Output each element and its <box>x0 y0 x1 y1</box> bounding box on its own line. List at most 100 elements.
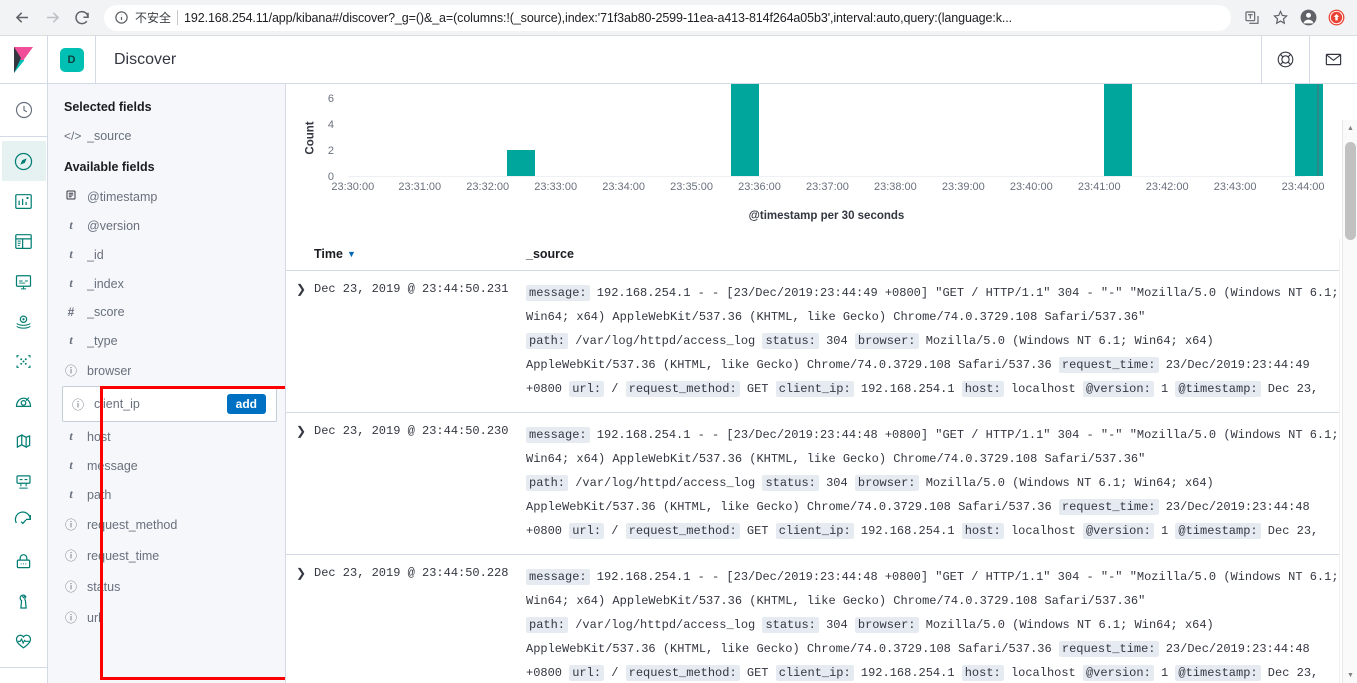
field-value: Mozilla/5.0 (Windows NT 6.1; Win64; x64) <box>918 618 1214 632</box>
available-field-id[interactable]: t _id <box>48 240 285 269</box>
unknown-type-icon: ⓘ <box>64 611 77 625</box>
chart-plot-area[interactable] <box>348 84 1324 177</box>
field-name: _id <box>87 247 104 262</box>
field-key: host: <box>961 665 1004 681</box>
sidebar-item-dev-tools[interactable] <box>2 581 46 621</box>
sidebar-item-recently-viewed[interactable] <box>2 90 46 130</box>
selected-field-source[interactable]: </> _source <box>48 122 285 150</box>
kibana-header: D Discover <box>0 36 1357 84</box>
scroll-down-arrow-icon[interactable]: ▼ <box>1343 667 1357 683</box>
field-name: message <box>87 458 138 473</box>
row-time: Dec 23, 2019 @ 23:44:50.230 <box>314 424 509 438</box>
field-value: 192.168.254.1 <box>853 382 962 396</box>
selected-fields-heading: Selected fields <box>64 100 152 114</box>
chart-bar[interactable] <box>730 84 759 176</box>
unknown-type-icon: ⓘ <box>64 364 77 378</box>
sidebar-item-logs[interactable] <box>2 421 46 461</box>
app-badge[interactable]: D <box>48 36 96 83</box>
field-value: 23/Dec/2019:23:44:49 <box>1158 358 1310 372</box>
available-field-request-method[interactable]: ⓘ request_method <box>48 509 285 540</box>
sidebar-item-dashboard[interactable] <box>2 221 46 261</box>
omnibox-divider <box>177 10 179 25</box>
field-key: browser: <box>854 617 919 633</box>
sidebar-item-canvas[interactable] <box>2 261 46 301</box>
field-value: GET <box>739 666 776 680</box>
x-tick: 23:41:00 <box>1077 181 1121 193</box>
available-field-request-time[interactable]: ⓘ request_time <box>48 540 285 571</box>
scrollbar-thumb[interactable] <box>1345 142 1356 240</box>
available-field-message[interactable]: t message <box>48 451 285 480</box>
available-field-timestamp[interactable]: @timestamp <box>48 182 285 211</box>
available-field-url[interactable]: ⓘ url <box>48 602 285 633</box>
translate-icon[interactable] <box>1239 5 1265 31</box>
sidebar-item-visualize[interactable] <box>2 181 46 221</box>
url-text[interactable]: 192.168.254.11/app/kibana#/discover?_g=(… <box>184 11 1221 25</box>
sidebar-item-siem[interactable] <box>2 541 46 581</box>
available-field-host[interactable]: t host <box>48 422 285 451</box>
row-time: Dec 23, 2019 @ 23:44:50.228 <box>314 566 509 580</box>
table-row[interactable]: ❯ Dec 23, 2019 @ 23:44:50.231 message: 1… <box>286 271 1339 413</box>
time-column-header[interactable]: Time ▼ <box>314 247 526 261</box>
source-line: Win64; x64) AppleWebKit/537.36 (KHTML, l… <box>526 305 1339 329</box>
sidebar-item-uptime[interactable] <box>2 501 46 541</box>
available-field-status[interactable]: ⓘ status <box>48 571 285 602</box>
available-field-path[interactable]: t path <box>48 480 285 509</box>
chevron-right-icon[interactable]: ❯ <box>286 565 314 683</box>
page-scrollbar[interactable]: ▲ ▼ <box>1342 120 1357 683</box>
available-field-client-ip[interactable]: ⓘ client_ip add <box>62 386 277 422</box>
sidebar-item-apm[interactable] <box>2 461 46 501</box>
available-field-version[interactable]: t @version <box>48 211 285 240</box>
sidebar-item-machine-learning[interactable] <box>2 341 46 381</box>
table-row[interactable]: ❯ Dec 23, 2019 @ 23:44:50.230 message: 1… <box>286 413 1339 555</box>
sidebar-item-discover[interactable] <box>1 141 46 181</box>
back-arrow-icon[interactable] <box>8 4 36 32</box>
field-value: 192.168.254.1 - - [23/Dec/2019:23:44:49 … <box>589 286 1339 300</box>
help-circle-icon[interactable] <box>1261 36 1309 83</box>
reload-icon[interactable] <box>68 4 96 32</box>
forward-arrow-icon[interactable] <box>38 4 66 32</box>
available-field-index[interactable]: t _index <box>48 269 285 298</box>
available-field-score[interactable]: # _score <box>48 298 285 326</box>
field-name: request_method <box>87 517 178 532</box>
field-value: Mozilla/5.0 (Windows NT 6.1; Win64; x64) <box>918 334 1214 348</box>
x-tick: 23:36:00 <box>738 181 781 193</box>
field-value: GET <box>739 524 776 538</box>
main-content-area: Selected fields </> _source Available fi… <box>0 84 1357 683</box>
info-circle-icon[interactable] <box>114 10 129 25</box>
sidebar-item-monitoring[interactable] <box>2 621 46 661</box>
table-row[interactable]: ❯ Dec 23, 2019 @ 23:44:50.228 message: 1… <box>286 555 1339 683</box>
collapse-arrow-icon[interactable] <box>2 672 46 683</box>
x-tick: 23:34:00 <box>602 181 646 193</box>
address-bar[interactable]: 不安全 192.168.254.11/app/kibana#/discover?… <box>104 4 1231 31</box>
chevron-right-icon[interactable]: ❯ <box>286 423 314 543</box>
chevron-right-icon[interactable]: ❯ <box>286 281 314 401</box>
sidebar-item-maps[interactable] <box>2 301 46 341</box>
mail-envelope-icon[interactable] <box>1309 36 1357 83</box>
chart-bar[interactable] <box>506 150 535 176</box>
profile-avatar-icon[interactable] <box>1295 5 1321 31</box>
field-value: GET <box>739 382 776 396</box>
y-tick: 4 <box>327 119 334 131</box>
scroll-up-arrow-icon[interactable]: ▲ <box>1343 120 1357 136</box>
field-key: @version: <box>1082 523 1154 539</box>
chart-bar-divider <box>1317 84 1320 176</box>
star-icon[interactable] <box>1267 5 1293 31</box>
available-field-browser[interactable]: ⓘ browser <box>48 355 285 386</box>
field-key: url: <box>569 523 605 539</box>
available-field-type[interactable]: t _type <box>48 326 285 355</box>
security-label: 不安全 <box>135 11 172 25</box>
documents-table: Time ▼ _source ❯ Dec 23, 2019 @ 23:44:50… <box>286 239 1339 683</box>
field-value: Dec 23, <box>1260 524 1319 538</box>
chart-bar[interactable] <box>1104 84 1132 176</box>
chart-x-axis-label: @timestamp per 30 seconds <box>748 210 905 222</box>
field-value: Win64; x64) AppleWebKit/537.36 (KHTML, l… <box>526 452 1146 466</box>
source-column-header[interactable]: _source <box>526 247 1339 261</box>
kibana-logo-icon[interactable] <box>0 36 48 83</box>
sort-descending-icon[interactable]: ▼ <box>347 249 356 259</box>
add-field-button[interactable]: add <box>226 394 266 414</box>
rail-divider <box>0 136 47 137</box>
field-value: 23/Dec/2019:23:44:48 <box>1158 500 1310 514</box>
update-badge-icon[interactable] <box>1323 5 1349 31</box>
string-type-icon: t <box>69 247 73 261</box>
sidebar-item-infrastructure[interactable] <box>2 381 46 421</box>
